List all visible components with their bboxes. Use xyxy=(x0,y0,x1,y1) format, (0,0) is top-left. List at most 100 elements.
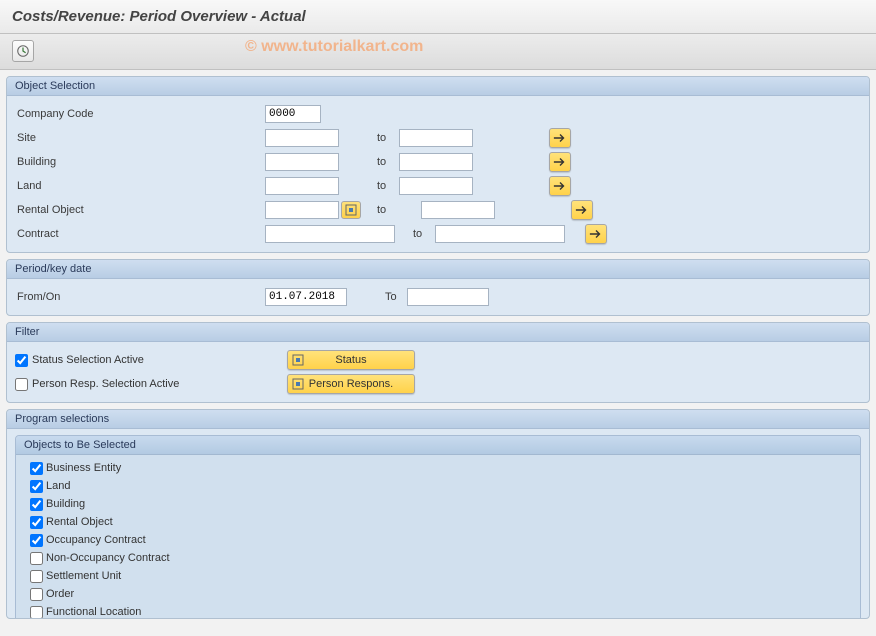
rental-object-checkbox[interactable] xyxy=(30,516,43,529)
contract-row: Contract to xyxy=(15,222,861,246)
land-range-button[interactable] xyxy=(549,176,571,196)
filter-body: Status Selection Active Status Person Re… xyxy=(7,342,869,402)
rental-object-range-button[interactable] xyxy=(571,200,593,220)
site-to-input[interactable] xyxy=(399,129,473,147)
clock-execute-icon xyxy=(16,44,30,58)
list-item: Building xyxy=(24,495,852,513)
program-box: Program selections Objects to Be Selecte… xyxy=(6,409,870,619)
arrow-right-icon xyxy=(575,204,589,216)
company-code-label: Company Code xyxy=(15,108,265,120)
filter-header: Filter xyxy=(7,323,869,342)
arrow-right-icon xyxy=(553,156,567,168)
arrow-right-icon xyxy=(553,180,567,192)
list-item: Settlement Unit xyxy=(24,567,852,585)
to-date-input[interactable] xyxy=(407,288,489,306)
land-input[interactable] xyxy=(265,177,339,195)
rental-object-to-input[interactable] xyxy=(421,201,495,219)
period-body: From/On To xyxy=(7,279,869,315)
site-range-button[interactable] xyxy=(549,128,571,148)
period-row: From/On To xyxy=(15,285,861,309)
object-selection-header: Object Selection xyxy=(7,77,869,96)
contract-input[interactable] xyxy=(265,225,395,243)
to-label: To xyxy=(347,291,407,303)
lookup-icon xyxy=(292,378,304,390)
person-button[interactable]: Person Respons. xyxy=(287,374,415,394)
site-row: Site to xyxy=(15,126,861,150)
order-checkbox[interactable] xyxy=(30,588,43,601)
from-label: From/On xyxy=(15,291,265,303)
site-to-label: to xyxy=(339,132,399,144)
site-label: Site xyxy=(15,132,265,144)
contract-to-label: to xyxy=(395,228,435,240)
person-row: Person Resp. Selection Active Person Res… xyxy=(15,372,861,396)
building-checklabel: Building xyxy=(46,498,85,510)
object-selection-body: Company Code Site to Building to xyxy=(7,96,869,252)
arrow-right-icon xyxy=(553,132,567,144)
settlement-unit-label: Settlement Unit xyxy=(46,570,121,582)
status-button[interactable]: Status xyxy=(287,350,415,370)
rental-object-help-button[interactable] xyxy=(341,201,361,219)
from-date-input[interactable] xyxy=(265,288,347,306)
filter-box: Filter Status Selection Active Status Pe… xyxy=(6,322,870,403)
building-label: Building xyxy=(15,156,265,168)
status-button-label: Status xyxy=(335,354,366,366)
building-checkbox[interactable] xyxy=(30,498,43,511)
lookup-icon xyxy=(345,204,357,216)
person-button-label: Person Respons. xyxy=(309,378,393,390)
person-selection-checkbox[interactable] xyxy=(15,378,28,391)
lookup-icon xyxy=(292,354,304,366)
status-selection-label: Status Selection Active xyxy=(32,354,144,366)
objects-box: Objects to Be Selected Business Entity L… xyxy=(15,435,861,619)
building-input[interactable] xyxy=(265,153,339,171)
rental-object-input[interactable] xyxy=(265,201,339,219)
status-row: Status Selection Active Status xyxy=(15,348,861,372)
business-entity-checkbox[interactable] xyxy=(30,462,43,475)
land-to-label: to xyxy=(339,180,399,192)
land-label: Land xyxy=(15,180,265,192)
land-row: Land to xyxy=(15,174,861,198)
objects-body: Business Entity Land Building Rental Obj… xyxy=(16,455,860,619)
execute-button[interactable] xyxy=(12,40,34,62)
toolbar-strip xyxy=(0,34,876,70)
functional-location-checkbox[interactable] xyxy=(30,606,43,619)
company-code-row: Company Code xyxy=(15,102,861,126)
program-header: Program selections xyxy=(7,410,869,429)
list-item: Non-Occupancy Contract xyxy=(24,549,852,567)
rental-object-checklabel: Rental Object xyxy=(46,516,113,528)
non-occupancy-contract-label: Non-Occupancy Contract xyxy=(46,552,170,564)
list-item: Occupancy Contract xyxy=(24,531,852,549)
land-checkbox[interactable] xyxy=(30,480,43,493)
occupancy-contract-checkbox[interactable] xyxy=(30,534,43,547)
person-selection-label: Person Resp. Selection Active xyxy=(32,378,179,390)
rental-object-row: Rental Object to xyxy=(15,198,861,222)
contract-to-input[interactable] xyxy=(435,225,565,243)
order-label: Order xyxy=(46,588,74,600)
building-row: Building to xyxy=(15,150,861,174)
page-title: Costs/Revenue: Period Overview - Actual xyxy=(12,8,306,25)
status-selection-checkbox[interactable] xyxy=(15,354,28,367)
list-item: Functional Location xyxy=(24,603,852,619)
object-selection-box: Object Selection Company Code Site to Bu… xyxy=(6,76,870,253)
main-area: Object Selection Company Code Site to Bu… xyxy=(0,70,876,631)
company-code-input[interactable] xyxy=(265,105,321,123)
building-to-input[interactable] xyxy=(399,153,473,171)
building-to-label: to xyxy=(339,156,399,168)
title-bar: Costs/Revenue: Period Overview - Actual xyxy=(0,0,876,34)
functional-location-label: Functional Location xyxy=(46,606,141,618)
period-box: Period/key date From/On To xyxy=(6,259,870,316)
building-range-button[interactable] xyxy=(549,152,571,172)
contract-range-button[interactable] xyxy=(585,224,607,244)
rental-object-label: Rental Object xyxy=(15,204,265,216)
objects-header: Objects to Be Selected xyxy=(16,436,860,455)
rental-object-to-label: to xyxy=(361,204,421,216)
list-item: Order xyxy=(24,585,852,603)
site-input[interactable] xyxy=(265,129,339,147)
land-to-input[interactable] xyxy=(399,177,473,195)
list-item: Business Entity xyxy=(24,459,852,477)
occupancy-contract-label: Occupancy Contract xyxy=(46,534,146,546)
non-occupancy-contract-checkbox[interactable] xyxy=(30,552,43,565)
settlement-unit-checkbox[interactable] xyxy=(30,570,43,583)
arrow-right-icon xyxy=(589,228,603,240)
list-item: Land xyxy=(24,477,852,495)
program-body: Objects to Be Selected Business Entity L… xyxy=(7,429,869,619)
